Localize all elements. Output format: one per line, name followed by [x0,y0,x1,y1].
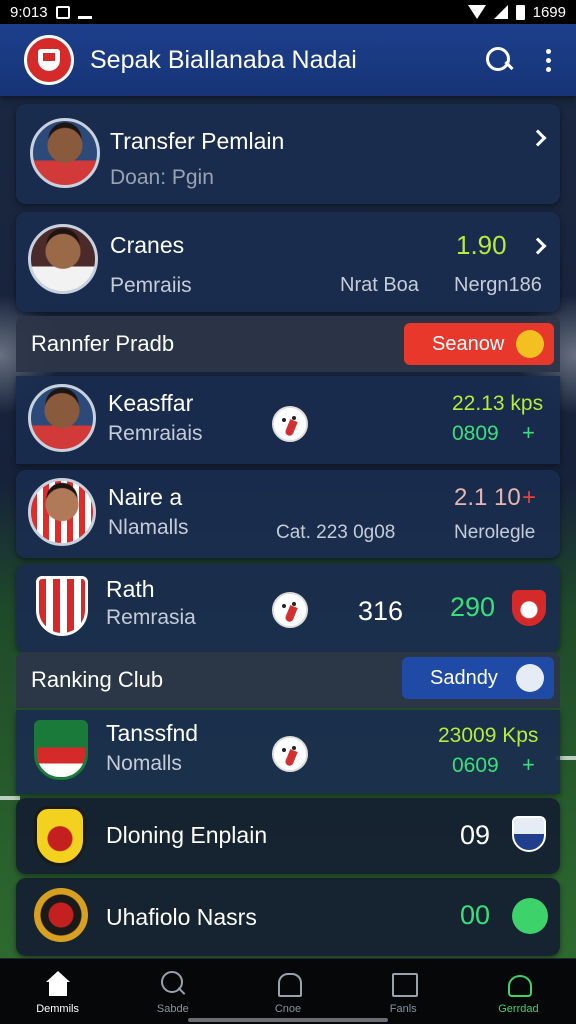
nav-label: Fanls [389,1003,417,1015]
home-icon [44,971,72,997]
list-item[interactable]: Dloning Enplain 09 [16,798,560,874]
chevron-right-icon[interactable] [529,129,547,147]
notification-icon [55,5,70,19]
list-item[interactable]: Tanssfnd Nomalls 23009 Kps 0609 + [16,710,560,794]
transfer-fee: 22.13 kps [452,392,544,415]
player-meta: Cat. 223 0g08 [276,522,396,543]
nav-label: Cnoe [274,1003,302,1015]
gesture-bar[interactable] [188,1018,388,1022]
bottom-navigation: Demmils Sabde Cnoe Fanls Gerrdad [0,958,576,1024]
club-badge-icon [512,816,546,852]
list-item[interactable]: Keasffar Remraiais 22.13 kps 0809 + [16,376,560,464]
pitch-line [0,796,20,800]
club-name: Tanssfnd [106,720,199,746]
signal-icon [493,5,508,19]
status-clock: 1699 [532,3,566,21]
nav-item-search[interactable]: Sabde [115,959,230,1024]
sunday-filter-button[interactable]: Sadndy [402,657,554,699]
battery-icon [515,4,525,20]
download-icon [77,5,92,19]
more-vert-icon[interactable] [546,48,552,72]
nav-item-home[interactable]: Demmils [0,959,115,1024]
club-name: Rath [106,576,155,602]
card-value-secondary: Nergn186 [454,274,542,296]
club-score: 09 [460,820,491,850]
player-avatar [28,384,96,452]
player-name: Naire a [108,484,183,510]
club-crest-icon [34,806,86,866]
search-icon[interactable] [486,47,512,73]
club-name: Dloning Enplain [106,822,268,848]
trophy-icon [516,330,544,358]
search-icon [159,971,187,997]
box-icon [389,971,419,997]
transfer-player-card[interactable]: Transfer Pemlain Doan: Pgin [16,104,560,204]
pill-label: Sadndy [430,666,498,689]
bell-icon [274,971,302,997]
club-subtitle: Nomalls [106,752,182,775]
club-crest-icon[interactable] [24,35,74,85]
nav-item-files[interactable]: Fanls [346,959,461,1024]
status-time: 9:013 [10,3,48,21]
app-bar: Sepak Biallanaba Nadai [0,24,576,96]
list-item[interactable]: Naire a Nlamalls Cat. 223 0g08 2.1 10 + … [16,470,560,558]
chevron-right-icon[interactable] [529,237,547,255]
list-item[interactable]: Rath Remrasia 316 290 [16,564,560,652]
card-value: 1.90 [456,230,507,260]
player-name: Keasffar [108,390,194,416]
wifi-icon [467,5,486,19]
nav-label: Demmils [36,1003,79,1015]
transfer-value: Nerolegle [454,522,536,543]
transfer-fee: 2.1 10 [454,484,521,511]
club-badge-icon [512,898,548,934]
nav-item-notifications[interactable]: Cnoe [230,959,345,1024]
club-score: 316 [358,596,404,626]
app-title: Sepak Biallanaba Nadai [90,45,357,74]
card-title: Cranes [110,232,185,258]
nav-item-transfers[interactable]: Gerrdad [461,959,576,1024]
trend-up-icon: + [522,420,535,445]
card-subtitle: Doan: Pgin [110,166,214,189]
status-bar: 9:013 1699 [0,0,576,24]
club-value: 290 [450,592,496,622]
nav-label: Gerrdad [498,1003,539,1015]
player-avatar [28,224,98,294]
transfer-icon [504,971,533,997]
club-rank-value: 0609 [452,754,499,777]
transfer-value: 0809 [452,422,499,445]
list-item[interactable]: Uhafiolo Nasrs 00 [16,878,560,956]
player-avatar [30,118,100,188]
club-crest-icon [34,720,88,780]
club-crest-icon [36,576,88,636]
player-subtitle: Remraiais [108,422,203,445]
card-subtitle: Pemraiis [110,274,192,297]
pill-label: Seanow [432,332,505,355]
player-card[interactable]: Cranes Pemraiis Nrat Boa 1.90 Nergn186 [16,212,560,312]
card-title: Transfer Pemlain [110,128,285,154]
section-title: Rannfer Pradb [31,331,175,356]
section-title: Ranking Club [31,667,164,692]
card-meta: Nrat Boa [340,274,419,296]
section-header-transfer: Rannfer Pradb Seanow [16,316,560,372]
season-filter-button[interactable]: Seanow [404,323,554,365]
club-badge-icon [512,590,546,626]
section-header-ranking: Ranking Club Sadndy [16,652,560,708]
player-subtitle: Nlamalls [108,516,189,539]
player-avatar [28,478,96,546]
club-points: 23009 Kps [438,724,539,747]
club-score: 00 [460,900,491,930]
football-icon [272,406,308,442]
trend-icon: + [522,484,537,511]
trend-up-icon: + [522,752,535,777]
nav-label: Sabde [156,1003,189,1015]
football-icon [272,592,308,628]
football-icon [272,736,308,772]
club-crest-icon [34,888,88,942]
football-icon [516,664,544,692]
club-name: Uhafiolo Nasrs [106,904,257,930]
club-subtitle: Remrasia [106,606,196,629]
